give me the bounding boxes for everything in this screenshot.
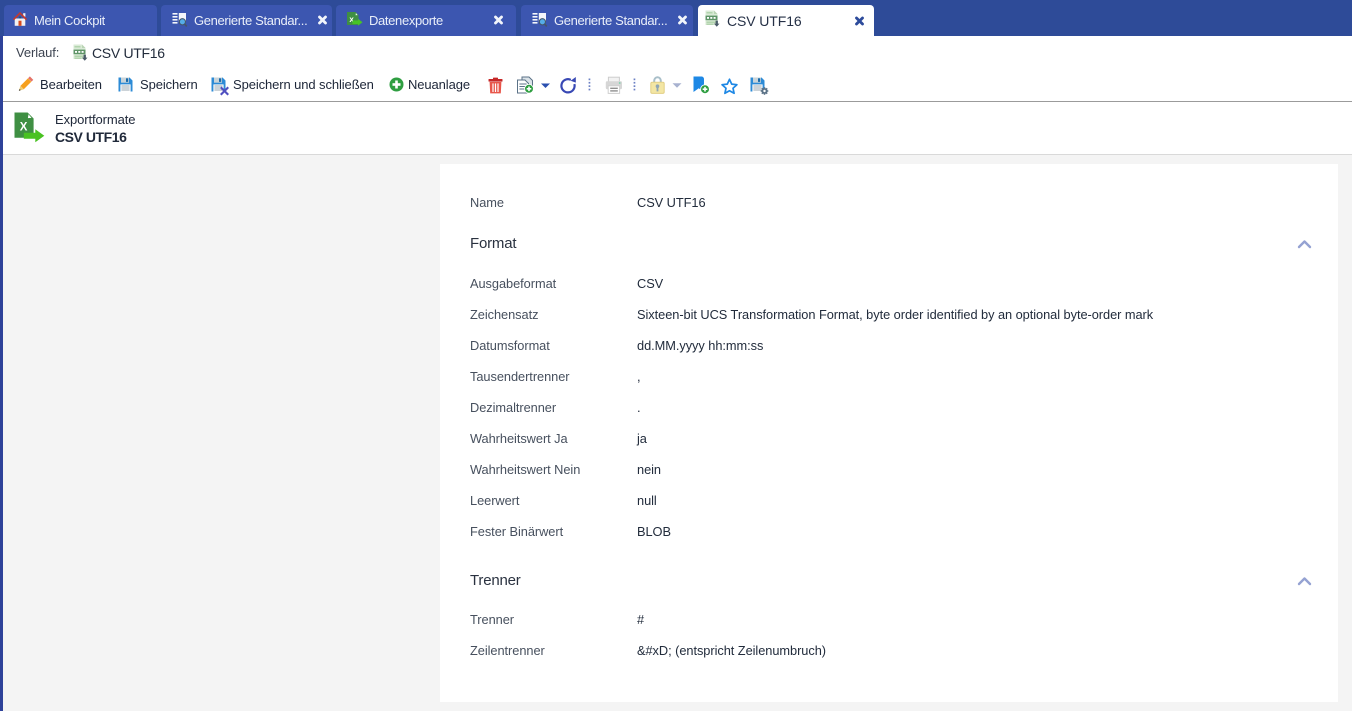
svg-text:X: X bbox=[20, 122, 28, 134]
